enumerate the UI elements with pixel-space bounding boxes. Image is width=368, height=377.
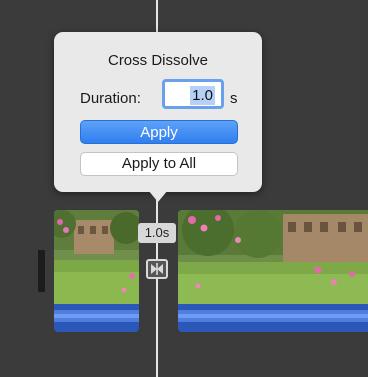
clip-thumbnail-right [178, 210, 368, 304]
duration-label: Duration: [80, 90, 141, 107]
audio-waveform-right [178, 304, 368, 332]
timeline-area: 1.0s Cross Dissolve Duration: 1.0 s Appl… [0, 0, 368, 377]
duration-value: 1.0 [190, 86, 215, 105]
transition-bowtie-icon[interactable] [146, 259, 168, 279]
apply-to-all-button[interactable]: Apply to All [80, 152, 238, 176]
duration-unit: s [230, 90, 238, 107]
popover-title: Cross Dissolve [107, 52, 209, 69]
timeline-scroll-handle[interactable] [38, 250, 45, 292]
popover-arrow [148, 190, 168, 202]
audio-waveform-left [54, 304, 139, 332]
duration-input[interactable]: 1.0 [162, 79, 224, 109]
cross-dissolve-popover: Cross Dissolve Duration: 1.0 s Apply App… [54, 32, 262, 192]
transition-duration-tag: 1.0s [138, 223, 176, 243]
clip-thumbnail-left [54, 210, 139, 304]
video-clip-left[interactable] [54, 210, 139, 332]
video-clip-right[interactable] [178, 210, 368, 332]
apply-button[interactable]: Apply [80, 120, 238, 144]
